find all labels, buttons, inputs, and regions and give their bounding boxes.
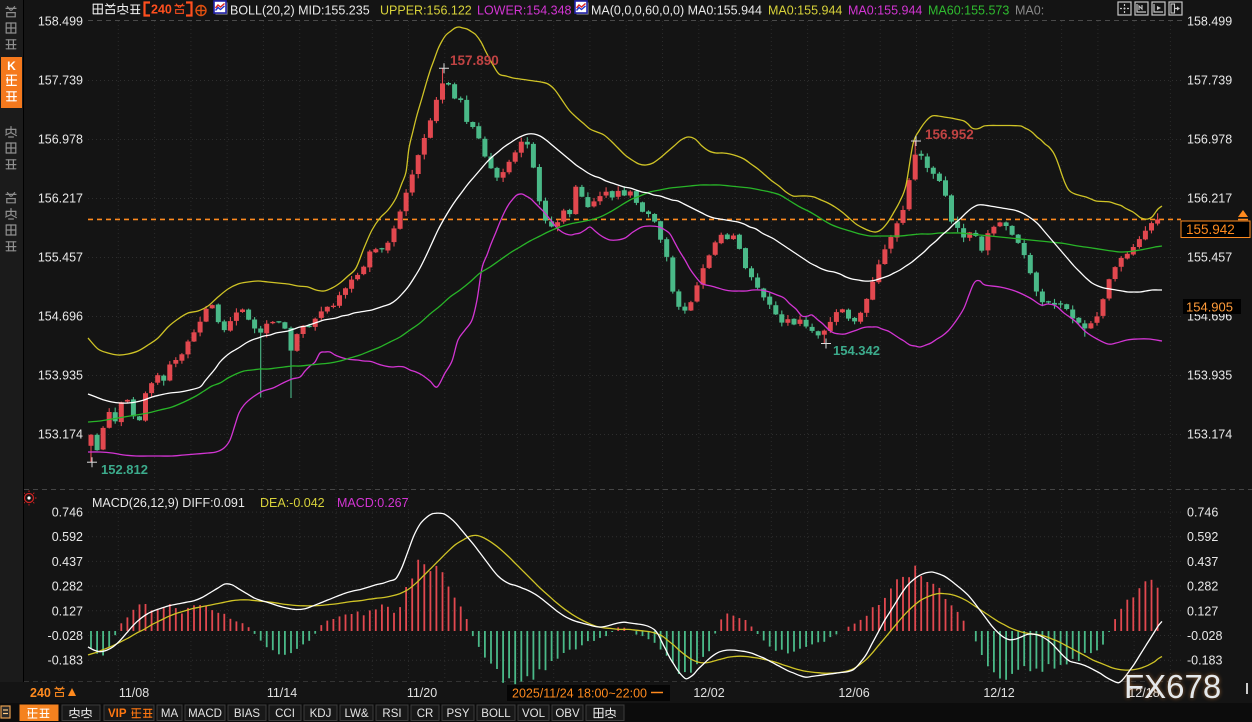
svg-text:153.174: 153.174 bbox=[1187, 428, 1232, 442]
svg-text:156.978: 156.978 bbox=[38, 133, 83, 147]
svg-text:MA60:155.573: MA60:155.573 bbox=[928, 4, 1009, 18]
svg-text:0.282: 0.282 bbox=[1187, 580, 1218, 594]
svg-text:BOLL: BOLL bbox=[481, 708, 511, 720]
svg-text:MA0:155.944: MA0:155.944 bbox=[848, 4, 922, 18]
svg-text:0.746: 0.746 bbox=[52, 506, 83, 520]
svg-text:MA0:155.944: MA0:155.944 bbox=[768, 4, 842, 18]
svg-text:RSI: RSI bbox=[382, 708, 401, 720]
svg-text:157.890: 157.890 bbox=[450, 53, 499, 68]
svg-text:154.696: 154.696 bbox=[38, 310, 83, 324]
svg-text:11/20: 11/20 bbox=[407, 686, 437, 700]
svg-text:LW&: LW& bbox=[344, 708, 368, 720]
svg-text:MACD(26,12,9) DIFF:0.091: MACD(26,12,9) DIFF:0.091 bbox=[92, 496, 245, 510]
svg-text:-0.183: -0.183 bbox=[1187, 654, 1222, 668]
svg-text:0.592: 0.592 bbox=[1187, 530, 1218, 544]
svg-text:12/06: 12/06 bbox=[838, 686, 869, 700]
svg-text:PSY: PSY bbox=[446, 708, 469, 720]
svg-text:CR: CR bbox=[417, 708, 434, 720]
svg-text:0.437: 0.437 bbox=[52, 555, 83, 569]
svg-text:LOWER:154.348: LOWER:154.348 bbox=[477, 4, 572, 18]
svg-text:CCI: CCI bbox=[275, 708, 295, 720]
svg-text:12/12: 12/12 bbox=[983, 686, 1014, 700]
svg-text:158.499: 158.499 bbox=[1187, 15, 1232, 29]
svg-text:OBV: OBV bbox=[555, 708, 580, 720]
svg-text:158.499: 158.499 bbox=[38, 15, 83, 29]
svg-text:DEA:-0.042: DEA:-0.042 bbox=[260, 496, 325, 510]
svg-text:154.342: 154.342 bbox=[833, 343, 880, 358]
svg-text:2025/11/24 18:00~22:00: 2025/11/24 18:00~22:00 bbox=[512, 687, 647, 701]
svg-text:155.942: 155.942 bbox=[1186, 222, 1235, 237]
svg-text:0.127: 0.127 bbox=[52, 604, 83, 618]
svg-text:155.457: 155.457 bbox=[1187, 251, 1232, 265]
svg-text:240: 240 bbox=[151, 3, 172, 17]
svg-text:MACD:0.267: MACD:0.267 bbox=[337, 496, 409, 510]
svg-text:UPPER:156.122: UPPER:156.122 bbox=[380, 4, 472, 18]
svg-text:MA(0,0,0,60,0,0) MA0:155.944: MA(0,0,0,60,0,0) MA0:155.944 bbox=[591, 4, 762, 18]
svg-text:0.282: 0.282 bbox=[52, 580, 83, 594]
svg-text:MACD: MACD bbox=[188, 708, 222, 720]
svg-text:BOLL(20,2) MID:155.235: BOLL(20,2) MID:155.235 bbox=[230, 4, 370, 18]
svg-text:-0.028: -0.028 bbox=[48, 629, 83, 643]
svg-text:-0.028: -0.028 bbox=[1187, 629, 1222, 643]
svg-text:156.217: 156.217 bbox=[38, 192, 83, 206]
svg-text:K: K bbox=[7, 59, 16, 73]
svg-text:153.935: 153.935 bbox=[38, 369, 83, 383]
svg-text:0.746: 0.746 bbox=[1187, 506, 1218, 520]
svg-text:157.739: 157.739 bbox=[1187, 74, 1232, 88]
svg-text:-0.183: -0.183 bbox=[48, 654, 83, 668]
svg-text:VIP: VIP bbox=[108, 708, 127, 720]
svg-text:MA: MA bbox=[161, 708, 179, 720]
svg-text:11/14: 11/14 bbox=[267, 686, 297, 700]
svg-text:FX678: FX678 bbox=[1124, 668, 1221, 705]
svg-text:155.457: 155.457 bbox=[38, 251, 83, 265]
svg-text:0.592: 0.592 bbox=[52, 530, 83, 544]
svg-text:152.812: 152.812 bbox=[101, 462, 148, 477]
svg-text:MA0:: MA0: bbox=[1015, 4, 1044, 18]
svg-text:12/02: 12/02 bbox=[693, 686, 724, 700]
svg-text:154.905: 154.905 bbox=[1186, 300, 1233, 315]
svg-text:KDJ: KDJ bbox=[310, 708, 332, 720]
svg-text:0.437: 0.437 bbox=[1187, 555, 1218, 569]
svg-text:153.174: 153.174 bbox=[38, 428, 83, 442]
svg-text:156.978: 156.978 bbox=[1187, 133, 1232, 147]
svg-text:0.127: 0.127 bbox=[1187, 604, 1218, 618]
svg-text:240: 240 bbox=[30, 686, 51, 700]
svg-text:BIAS: BIAS bbox=[234, 708, 261, 720]
svg-text:156.217: 156.217 bbox=[1187, 192, 1232, 206]
svg-text:11/08: 11/08 bbox=[119, 686, 149, 700]
svg-text:156.952: 156.952 bbox=[925, 127, 974, 142]
svg-text:157.739: 157.739 bbox=[38, 74, 83, 88]
svg-text:VOL: VOL bbox=[522, 708, 546, 720]
svg-text:153.935: 153.935 bbox=[1187, 369, 1232, 383]
